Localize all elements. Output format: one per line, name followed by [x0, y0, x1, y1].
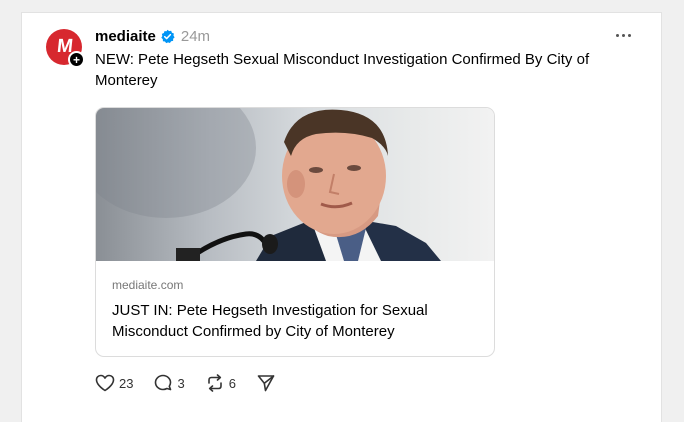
repost-button[interactable]: 6 — [205, 374, 236, 392]
post-header: mediaite 24m — [95, 26, 210, 46]
post-timestamp[interactable]: 24m — [181, 28, 210, 45]
username[interactable]: mediaite — [95, 28, 156, 45]
post-card: M + mediaite 24m NEW: Pete Hegseth Sexua… — [21, 12, 662, 422]
share-button[interactable] — [256, 374, 276, 392]
post-text: NEW: Pete Hegseth Sexual Misconduct Inve… — [95, 51, 590, 89]
verified-check-icon — [161, 29, 175, 43]
comment-bubble-icon — [155, 374, 172, 391]
link-title: JUST IN: Pete Hegseth Investigation for … — [112, 302, 428, 340]
reply-count: 3 — [177, 375, 185, 391]
send-icon — [257, 375, 275, 392]
link-domain: mediaite.com — [112, 278, 184, 292]
reply-button[interactable]: 3 — [153, 374, 185, 392]
repost-count: 6 — [228, 375, 236, 391]
link-preview-body: mediaite.com JUST IN: Pete Hegseth Inves… — [112, 278, 482, 342]
repost-icon — [207, 374, 222, 392]
follow-plus-icon[interactable]: + — [68, 51, 85, 68]
heart-icon — [95, 374, 115, 392]
like-count: 23 — [119, 375, 134, 391]
action-bar: 23 3 6 — [95, 373, 296, 393]
like-button[interactable]: 23 — [95, 374, 133, 392]
link-preview-image — [96, 108, 494, 261]
link-preview-card[interactable]: mediaite.com JUST IN: Pete Hegseth Inves… — [95, 107, 495, 357]
more-options-icon[interactable] — [613, 27, 633, 43]
